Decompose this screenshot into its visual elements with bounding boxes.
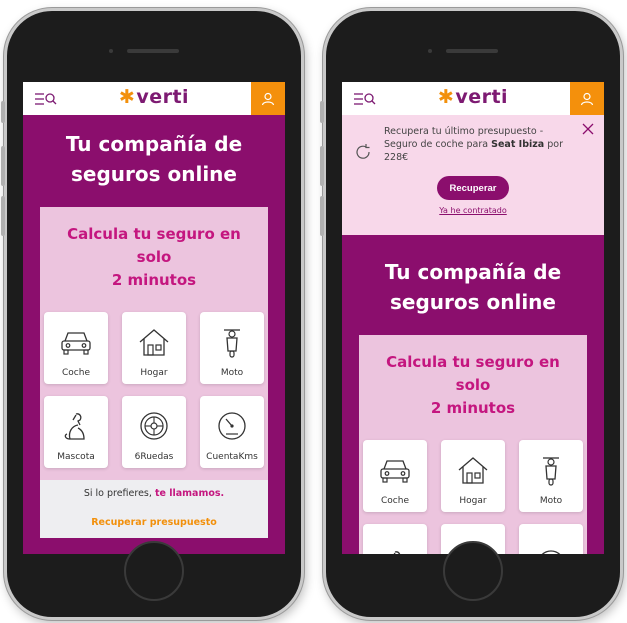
refresh-icon [356,144,370,159]
logo-star-icon: ✱ [437,86,455,108]
callback-section: Si lo prefieres, te llamamos. Recuperar … [40,480,268,538]
tile-moto[interactable]: Moto [519,440,583,512]
quote-calculator-card: Calcula tu seguro en solo 2 minutos Coch… [40,207,268,480]
volume-down-button [320,196,324,236]
speedometer-icon [541,550,561,554]
earpiece-speaker [446,49,498,53]
front-camera [428,49,432,53]
car-icon [61,332,91,355]
tile-hogar[interactable]: Hogar [122,312,186,384]
volume-up-button [320,146,324,186]
tile-6ruedas[interactable]: 6Ruedas [122,396,186,468]
callback-link[interactable]: te llamamos. [155,488,224,499]
quote-calculator-card: Calcula tu seguro en solo 2 minutos Coch… [359,335,587,554]
screen-right: ✱verti Recupera tu último presupuesto - … [342,82,604,554]
user-icon [580,92,594,105]
mute-switch [1,101,5,123]
scooter-icon [543,457,559,486]
home-button[interactable] [443,541,503,601]
verti-logo[interactable]: ✱verti [23,86,285,108]
recover-quote-link[interactable]: Recuperar presupuesto [40,517,268,528]
volume-down-button [1,196,5,236]
top-bar: ✱verti [23,82,285,115]
tile-mascota[interactable] [363,524,427,554]
phone-frame-right: ✱verti Recupera tu último presupuesto - … [320,8,623,620]
close-icon[interactable] [582,123,594,135]
already-contracted-link[interactable]: Ya he contratado [356,206,590,215]
phone-frame-left: ✱verti Tu compañía de seguros online Cal… [1,8,304,620]
wheel-icon [140,412,168,440]
house-icon [458,457,488,484]
insurance-type-grid: Coche Hogar [44,312,264,468]
recover-quote-banner: Recupera tu último presupuesto - Seguro … [342,115,604,235]
user-account-button[interactable] [570,82,604,115]
home-button[interactable] [124,541,184,601]
tile-mascota[interactable]: Mascota [44,396,108,468]
dog-icon [393,551,401,554]
user-icon [261,92,275,105]
hero-title: Tu compañía de seguros online [65,132,243,186]
speedometer-icon [218,412,246,440]
user-account-button[interactable] [251,82,285,115]
mute-switch [320,101,324,123]
tile-hogar[interactable]: Hogar [441,440,505,512]
tile-coche[interactable]: Coche [44,312,108,384]
dog-icon [64,413,85,440]
calculator-title: Calcula tu seguro en solo 2 minutos [386,353,560,417]
calculator-title: Calcula tu seguro en solo 2 minutos [67,225,241,289]
insurance-type-grid: Coche Hogar [363,440,583,554]
screen-left: ✱verti Tu compañía de seguros online Cal… [23,82,285,554]
earpiece-speaker [127,49,179,53]
scooter-icon [224,329,240,358]
verti-logo[interactable]: ✱verti [342,86,604,108]
recover-button[interactable]: Recuperar [437,176,509,200]
tile-cuentakms[interactable]: CuentaKms [200,396,264,468]
banner-message: Recupera tu último presupuesto - Seguro … [384,126,563,163]
house-icon [139,329,169,356]
top-bar: ✱verti [342,82,604,115]
logo-star-icon: ✱ [118,86,136,108]
volume-up-button [1,146,5,186]
tile-moto[interactable]: Moto [200,312,264,384]
car-icon [380,460,410,483]
tile-coche[interactable]: Coche [363,440,427,512]
front-camera [109,49,113,53]
hero-title: Tu compañía de seguros online [384,260,562,314]
tile-cuentakms[interactable] [519,524,583,554]
